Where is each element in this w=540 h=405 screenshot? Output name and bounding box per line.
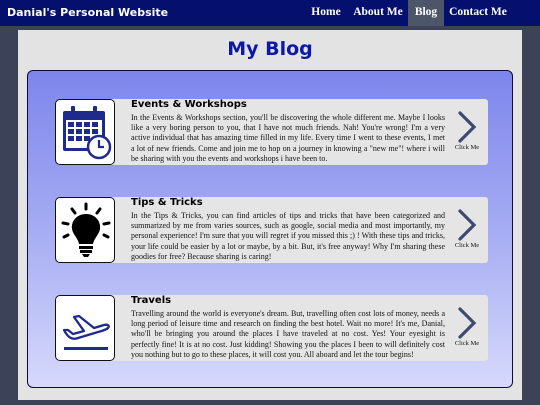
blog-card-tips[interactable]: Tips & Tricks In the Tips & Tricks, you … [55, 197, 488, 263]
nav-about-me[interactable]: About Me [350, 0, 406, 26]
chevron-right-icon [458, 209, 477, 241]
lightbulb-icon [61, 202, 111, 257]
nav-contact-me[interactable]: Contact Me [446, 0, 510, 26]
blog-card-travels[interactable]: Travels Travelling around the world is e… [55, 295, 488, 361]
site-title[interactable]: Danial's Personal Website [7, 0, 168, 26]
top-navbar: Danial's Personal Website Home About Me … [0, 0, 540, 26]
card-title: Tips & Tricks [131, 197, 203, 208]
chevron-right-icon [458, 307, 477, 339]
nav-blog[interactable]: Blog [408, 0, 444, 26]
calendar-clock-icon [63, 106, 112, 160]
card-icon-frame [55, 295, 115, 361]
chevron-right-icon [458, 111, 477, 143]
card-description: In the Tips & Tricks, you can find artic… [131, 211, 445, 261]
card-title: Events & Workshops [131, 99, 247, 110]
nav-home[interactable]: Home [305, 0, 347, 26]
card-icon-frame [55, 99, 115, 165]
airplane-icon [62, 314, 110, 350]
card-description: In the Events & Workshops section, you'l… [131, 113, 445, 163]
card-title: Travels [131, 295, 172, 306]
page-title: My Blog [227, 38, 313, 60]
card-description: Travelling around the world is everyone'… [131, 309, 445, 359]
click-me-label: Click Me [454, 144, 480, 151]
page-content: My Blog Events & Workshops In the Events… [18, 30, 522, 400]
card-icon-frame [55, 197, 115, 263]
click-me-label: Click Me [454, 340, 480, 347]
blog-list: Events & Workshops In the Events & Works… [27, 70, 513, 388]
card-click-me-button[interactable]: Click Me [447, 111, 487, 161]
card-click-me-button[interactable]: Click Me [447, 209, 487, 259]
click-me-label: Click Me [454, 242, 480, 249]
card-click-me-button[interactable]: Click Me [447, 307, 487, 357]
blog-card-events[interactable]: Events & Workshops In the Events & Works… [55, 99, 488, 165]
